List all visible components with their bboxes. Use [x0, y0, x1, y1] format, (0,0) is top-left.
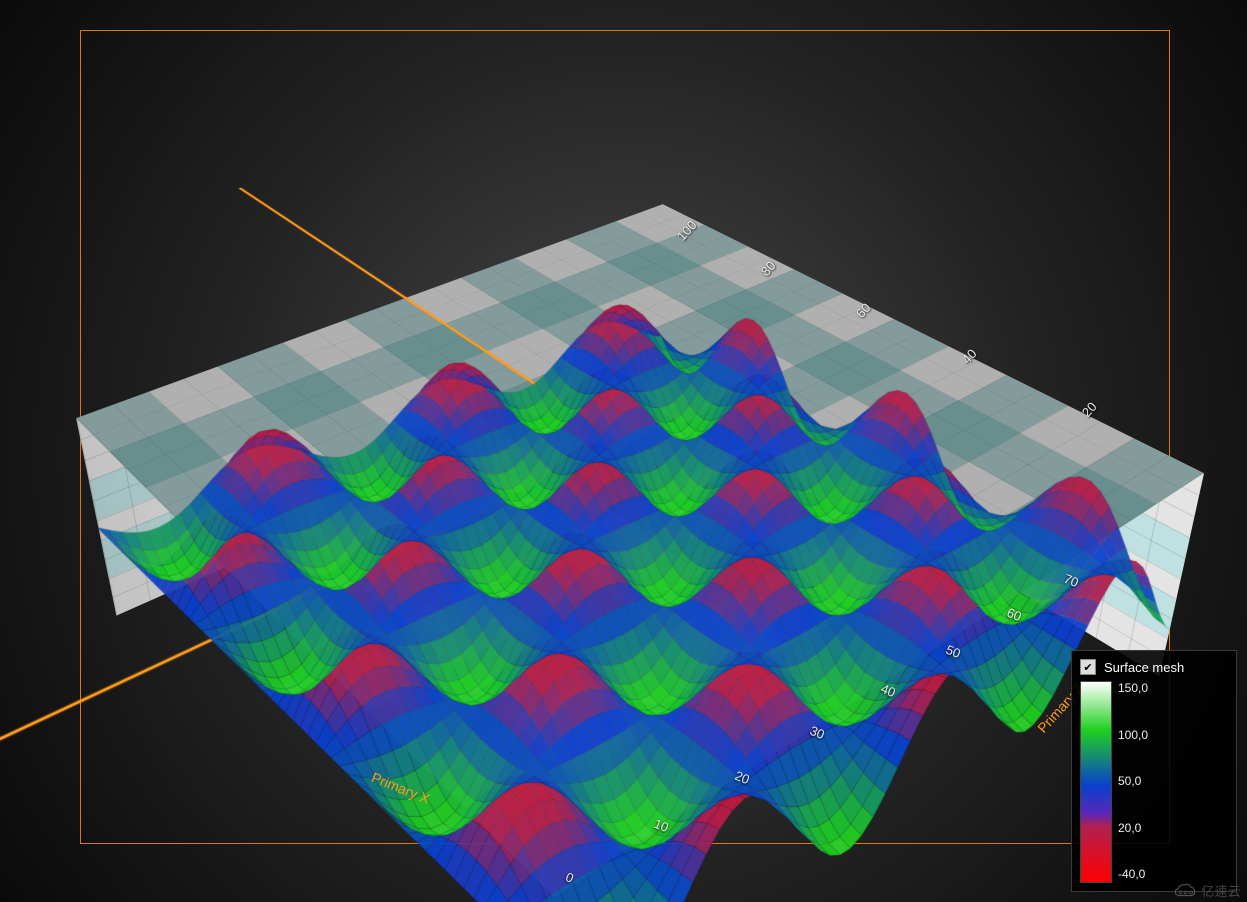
color-scale-gradient — [1080, 681, 1112, 883]
watermark-cloud-icon — [1173, 882, 1197, 900]
watermark: 亿速云 — [1173, 881, 1241, 900]
viewport: 01020304050607020406080100020 Primary X … — [0, 0, 1247, 902]
legend-panel: Surface mesh 150,0 100,0 50,0 20,0 -40,0 — [1071, 650, 1237, 892]
color-scale-tick: 100,0 — [1118, 728, 1148, 742]
legend-series-label: Surface mesh — [1104, 660, 1184, 675]
floor-plane — [76, 204, 1204, 897]
color-scale-ticks: 150,0 100,0 50,0 20,0 -40,0 — [1118, 681, 1148, 881]
color-scale-tick: 50,0 — [1118, 774, 1148, 788]
chart-scene-3d[interactable] — [95, 90, 1155, 800]
legend-checkbox[interactable] — [1080, 659, 1096, 675]
color-scale-tick: 20,0 — [1118, 821, 1148, 835]
color-scale-tick: -40,0 — [1118, 867, 1148, 881]
color-scale-tick: 150,0 — [1118, 681, 1148, 695]
watermark-text: 亿速云 — [1201, 881, 1241, 900]
